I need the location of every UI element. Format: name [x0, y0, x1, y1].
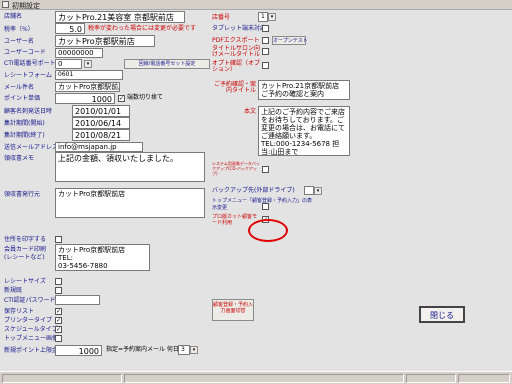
- receipt-memo-label: 領収書メモ: [4, 155, 35, 162]
- backup-dropdown[interactable]: ▾: [314, 187, 322, 195]
- mail-sender-field[interactable]: カットPro京都駅前店: [55, 82, 120, 92]
- send-mail-field[interactable]: info@msjapan.jp: [55, 142, 143, 152]
- use-unit-checkbox[interactable]: [55, 287, 62, 294]
- receipt-shop-label: 領収書発行元: [4, 191, 41, 198]
- footer-text-label: 会員カード印刷(レシートなど): [4, 246, 47, 261]
- close-button[interactable]: 閉じる: [419, 306, 465, 323]
- mail-title-label: ご予約確認・案内タイトル: [213, 81, 256, 94]
- mail-bcc-checkbox[interactable]: [262, 48, 269, 55]
- title-bar: 初期設定: [0, 0, 512, 10]
- tax-label: 税率（%）: [4, 26, 34, 33]
- backup-label: バックアップ先(外部ドライブ): [212, 187, 295, 194]
- cti-password-field[interactable]: [55, 295, 100, 305]
- user-name-field[interactable]: カットPro京都駅前店: [55, 35, 155, 47]
- mail-bcc-label: タイトルサロン向けメールタイトル: [212, 45, 261, 58]
- window-icon[interactable]: [2, 1, 9, 8]
- point-unit-label: ポイント単価: [4, 95, 41, 102]
- tablet-label: タブレット端末対応: [212, 25, 267, 32]
- graph-switch-button[interactable]: 顧客登録・予約入力画面切替: [212, 299, 254, 321]
- image-backup-checkbox[interactable]: [262, 166, 269, 173]
- receipt-shop-field[interactable]: カットPro京都駅前店: [55, 188, 205, 218]
- tax-field[interactable]: 5.0: [55, 23, 85, 34]
- disp-list-checkbox[interactable]: ✓: [55, 308, 62, 315]
- send-mail-label: 送信メールアドレス: [4, 144, 59, 151]
- cti-port-label: CTI電話番号ポート: [4, 60, 56, 67]
- pdf-export-label: PDFエクスポート: [212, 37, 260, 44]
- receipt-form-select[interactable]: 0601: [55, 70, 123, 80]
- first-shipment-label: 顧客名刺発送日時: [4, 108, 53, 115]
- receipt-form-label: レシートフォーム: [4, 72, 52, 79]
- shop-name-field[interactable]: カットPro.21美容室 京都駅前店: [55, 11, 185, 23]
- printer-type-label: プリンタータイプ: [4, 317, 53, 324]
- reminder-days-select[interactable]: 3: [178, 345, 190, 355]
- user-code-label: ユーザーコード: [4, 49, 46, 56]
- point-unit-field[interactable]: 1000: [55, 93, 115, 104]
- period-end-label: 集計期間(終了): [4, 132, 45, 139]
- footer-text-field[interactable]: カットPro京都駅前店 TEL: 03-5456-7880: [55, 244, 150, 271]
- receipt-memo-field[interactable]: 上記の金額、領収いたしました。: [55, 152, 205, 182]
- schedule-type-checkbox[interactable]: ✓: [55, 326, 62, 333]
- print-flag-checkbox[interactable]: [55, 236, 62, 243]
- backup-select[interactable]: [304, 186, 314, 195]
- status-segment: [458, 374, 510, 383]
- shop-name-label: 店舗名: [4, 13, 23, 20]
- mail-sender-label: メール件名: [4, 84, 35, 91]
- round-down-label: 端数切り捨て: [127, 94, 164, 101]
- print-flag-label: 住所を印字する: [4, 236, 47, 243]
- new-point-field[interactable]: 1000: [55, 345, 102, 356]
- top-menu-checkbox[interactable]: [262, 203, 269, 210]
- status-segment: [406, 374, 456, 383]
- top-image-label: トップメニュー画像: [4, 335, 59, 342]
- shop-id-dropdown[interactable]: ▾: [268, 13, 276, 21]
- image-backup-label: システム用画像データバックアップ(CD-バックアップ): [212, 161, 260, 176]
- tablet-checkbox[interactable]: [262, 25, 269, 32]
- reminder-days-dropdown[interactable]: ▾: [190, 346, 198, 354]
- body-field[interactable]: 上記のご予約内容でご来店をお待ちしております。ご変更の場合は、お電話にてご連絡願…: [258, 106, 350, 156]
- user-name-label: ユーザー名: [4, 38, 34, 45]
- shop-id-select[interactable]: 1: [258, 12, 268, 22]
- first-shipment-field[interactable]: 2010/01/01: [72, 105, 130, 117]
- body-label: 本文: [244, 108, 257, 115]
- status-segment: [124, 374, 404, 383]
- round-down-checkbox[interactable]: ✓: [118, 95, 125, 102]
- cti-settings-button[interactable]: 回線/電話番号セット設定: [124, 59, 210, 69]
- open-test-button[interactable]: オープンテスト: [272, 36, 308, 45]
- period-start-field[interactable]: 2010/06/14: [72, 117, 130, 129]
- mail-title-field[interactable]: カットPro.21京都駅前店 ご予約の確認と案内: [258, 80, 350, 100]
- cti-port-dropdown[interactable]: ▾: [84, 60, 92, 68]
- period-start-label: 集計期間(開始): [4, 120, 45, 127]
- tax-note: 税率が変わった場合には変更が必要です: [88, 25, 197, 32]
- use-unit-label: 新規既: [4, 287, 23, 294]
- shop-id-label: 店番号: [212, 14, 231, 21]
- top-image-checkbox[interactable]: [55, 335, 62, 342]
- period-end-field[interactable]: 2010/08/21: [72, 129, 130, 141]
- option-checkbox[interactable]: [262, 62, 269, 69]
- option-label: オプト確認（オプション）: [212, 60, 261, 73]
- settings-form: 店舗名 カットPro.21美容室 京都駅前店 税率（%） 5.0 税率が変わった…: [0, 10, 512, 371]
- status-bar: [0, 371, 512, 384]
- highlight-circle: [248, 219, 288, 242]
- receipt-size-checkbox[interactable]: [55, 278, 62, 285]
- status-segment: [2, 374, 122, 383]
- printer-type-checkbox[interactable]: ✓: [55, 317, 62, 324]
- user-code-field[interactable]: 00000000: [55, 48, 103, 58]
- reminder-note: 指定=予約案内メール 何日前: [106, 346, 185, 353]
- schedule-type-label: スケジュールタイプ: [4, 326, 58, 333]
- receipt-size-label: レシートサイズ: [4, 278, 46, 285]
- cti-port-field[interactable]: 0: [55, 59, 82, 69]
- cti-password-label: CTI認証パスワード: [4, 297, 56, 304]
- disp-list-label: 保存リスト: [4, 308, 35, 315]
- pdf-export-checkbox[interactable]: [262, 37, 269, 44]
